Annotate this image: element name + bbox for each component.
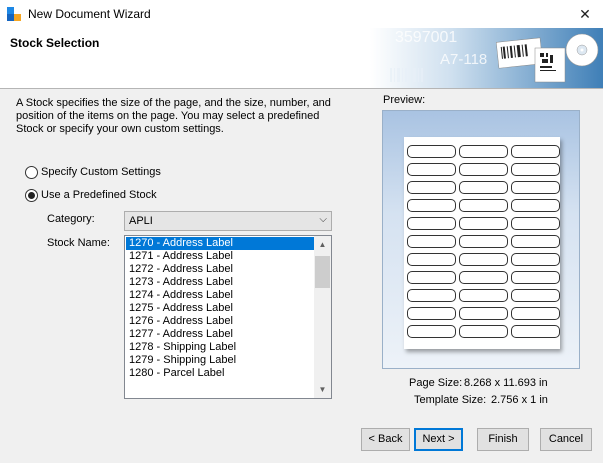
stock-name-list[interactable]: 1270 - Address Label 1271 - Address Label… xyxy=(124,235,332,399)
preview-label-cell xyxy=(407,253,456,266)
page-title: Stock Selection xyxy=(10,36,100,50)
stock-list-item[interactable]: 1277 - Address Label xyxy=(126,328,315,341)
custom-settings-radio[interactable] xyxy=(25,166,38,179)
preview-label-cell xyxy=(407,325,456,338)
preview-label-cell xyxy=(407,235,456,248)
preview-label-cell xyxy=(407,199,456,212)
stock-list-item[interactable]: 1278 - Shipping Label xyxy=(126,341,315,354)
app-logo-icon xyxy=(6,6,22,22)
preview-label-cell xyxy=(459,235,508,248)
preview-label-cell xyxy=(459,199,508,212)
template-size-value: 2.756 x 1 in xyxy=(491,394,548,406)
stock-list-item[interactable]: 1274 - Address Label xyxy=(126,289,315,302)
preview-label-cell xyxy=(511,163,560,176)
title-bar: New Document Wizard ✕ xyxy=(0,0,603,28)
category-dropdown[interactable]: APLI ⌵ xyxy=(124,211,332,231)
predefined-stock-radio[interactable] xyxy=(25,189,38,202)
preview-label-cell xyxy=(407,289,456,302)
category-label: Category: xyxy=(47,213,95,225)
preview-label-cell xyxy=(407,271,456,284)
finish-button[interactable]: Finish xyxy=(477,428,529,451)
scroll-up-icon[interactable]: ▲ xyxy=(314,236,331,253)
scroll-down-icon[interactable]: ▼ xyxy=(314,381,331,398)
preview-label-cell xyxy=(459,253,508,266)
stock-list-item[interactable]: 1279 - Shipping Label xyxy=(126,354,315,367)
preview-label-cell xyxy=(511,181,560,194)
preview-label-cell xyxy=(459,325,508,338)
custom-settings-label[interactable]: Specify Custom Settings xyxy=(41,166,161,178)
preview-label-cell xyxy=(459,181,508,194)
stock-list-item[interactable]: 1272 - Address Label xyxy=(126,263,315,276)
preview-label-cell xyxy=(511,145,560,158)
preview-label-cell xyxy=(407,163,456,176)
preview-label-cell xyxy=(459,217,508,230)
preview-label-cell xyxy=(459,163,508,176)
preview-label-cell xyxy=(407,145,456,158)
close-button[interactable]: ✕ xyxy=(567,0,603,28)
preview-label-cell xyxy=(511,217,560,230)
template-size-label: Template Size: xyxy=(414,394,487,406)
cancel-button[interactable]: Cancel xyxy=(540,428,592,451)
stock-list-items: 1270 - Address Label 1271 - Address Label… xyxy=(126,237,315,380)
preview-label-cell xyxy=(459,289,508,302)
chevron-down-icon[interactable]: ⌵ xyxy=(319,214,327,225)
barcode-banner-image: 3597001 A7-118 xyxy=(370,28,603,88)
preview-label-cell xyxy=(407,181,456,194)
preview-label-cell xyxy=(511,235,560,248)
window-title: New Document Wizard xyxy=(28,7,151,21)
preview-label-cell xyxy=(511,325,560,338)
next-button[interactable]: Next > xyxy=(414,428,463,451)
svg-text:3597001: 3597001 xyxy=(395,29,457,46)
stock-name-label: Stock Name: xyxy=(47,237,110,249)
back-button[interactable]: < Back xyxy=(361,428,410,451)
page-size-label: Page Size: xyxy=(409,377,463,389)
preview-label-cell xyxy=(459,145,508,158)
preview-label-cell xyxy=(511,289,560,302)
stock-list-scrollbar[interactable]: ▲ ▼ xyxy=(314,236,331,398)
preview-label-cell xyxy=(459,271,508,284)
preview-label-cell xyxy=(511,307,560,320)
wizard-header: Stock Selection 3597001 A7-118 xyxy=(0,28,603,89)
preview-page xyxy=(404,137,560,349)
stock-list-item[interactable]: 1280 - Parcel Label xyxy=(126,367,315,380)
preview-label-cell xyxy=(459,307,508,320)
category-value: APLI xyxy=(129,215,153,227)
stock-list-item[interactable]: 1276 - Address Label xyxy=(126,315,315,328)
predefined-stock-label[interactable]: Use a Predefined Stock xyxy=(41,189,157,201)
stock-list-item[interactable]: 1270 - Address Label xyxy=(126,237,315,250)
preview-label-cell xyxy=(511,253,560,266)
stock-list-item[interactable]: 1273 - Address Label xyxy=(126,276,315,289)
preview-label: Preview: xyxy=(383,94,426,106)
stock-list-item[interactable]: 1271 - Address Label xyxy=(126,250,315,263)
preview-panel xyxy=(382,110,580,369)
stock-description: A Stock specifies the size of the page, … xyxy=(16,97,331,135)
preview-label-cell xyxy=(511,199,560,212)
preview-label-cell xyxy=(407,307,456,320)
scrollbar-thumb[interactable] xyxy=(315,256,330,288)
preview-label-cell xyxy=(511,271,560,284)
page-size-value: 8.268 x 11.693 in xyxy=(464,377,548,389)
svg-text:A7-118: A7-118 xyxy=(440,51,487,68)
stock-list-item[interactable]: 1275 - Address Label xyxy=(126,302,315,315)
preview-label-cell xyxy=(407,217,456,230)
